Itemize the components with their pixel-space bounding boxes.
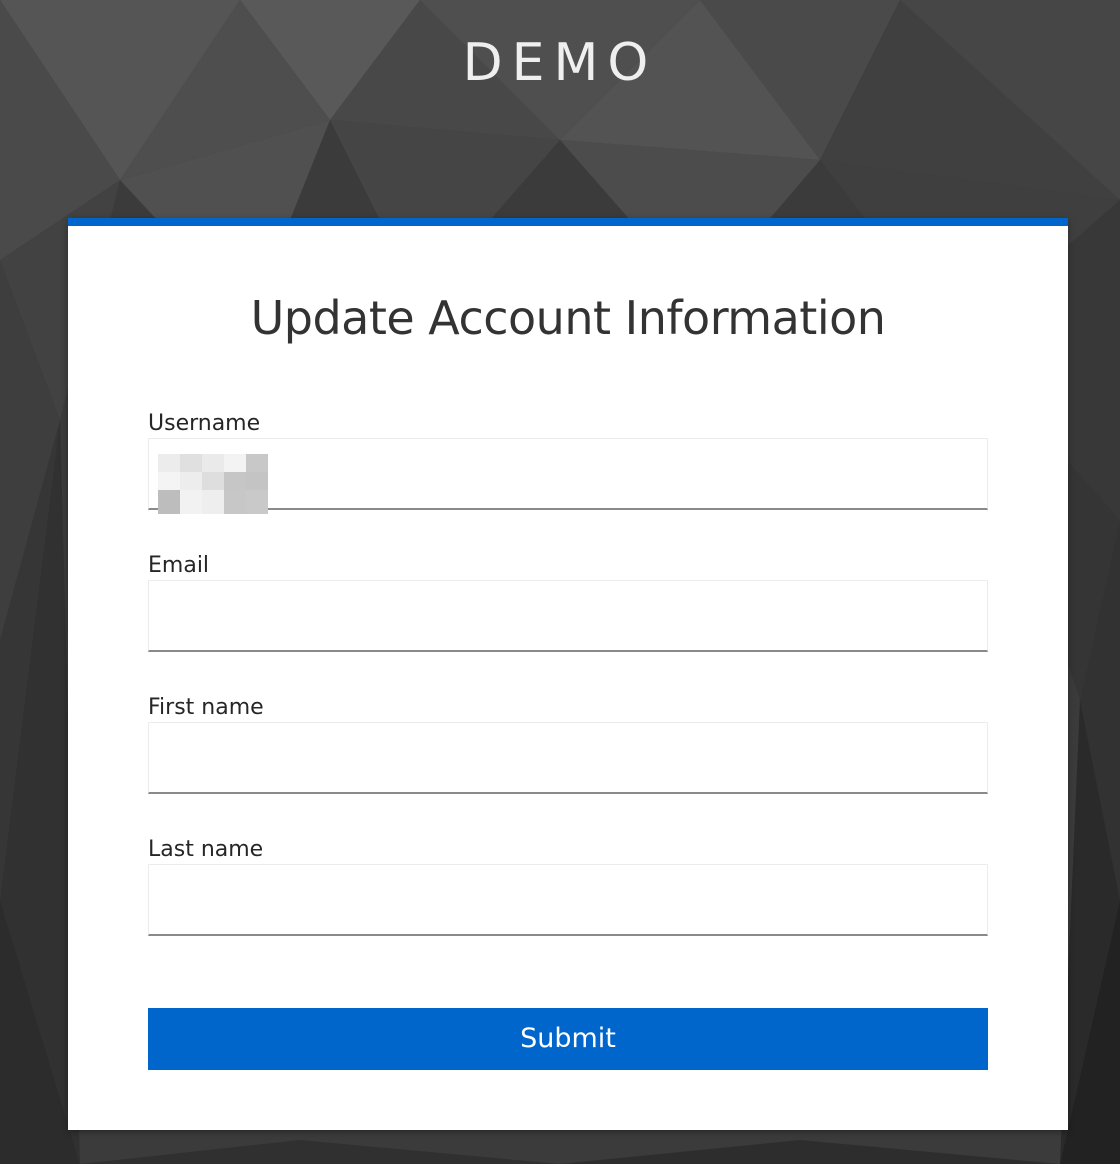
email-field[interactable] (148, 580, 988, 652)
username-label: Username (148, 411, 261, 436)
email-label: Email (148, 553, 210, 578)
username-redacted-value (158, 454, 268, 514)
first-name-label: First name (148, 695, 264, 720)
update-account-card: Update Account Information Username Emai… (68, 218, 1068, 1130)
last-name-field[interactable] (148, 864, 988, 936)
first-name-field[interactable] (148, 722, 988, 794)
submit-button[interactable]: Submit (148, 1008, 988, 1070)
page-title: Update Account Information (250, 291, 886, 345)
last-name-label: Last name (148, 837, 264, 862)
brand-title: DEMO (462, 33, 658, 93)
username-field[interactable] (148, 438, 988, 510)
